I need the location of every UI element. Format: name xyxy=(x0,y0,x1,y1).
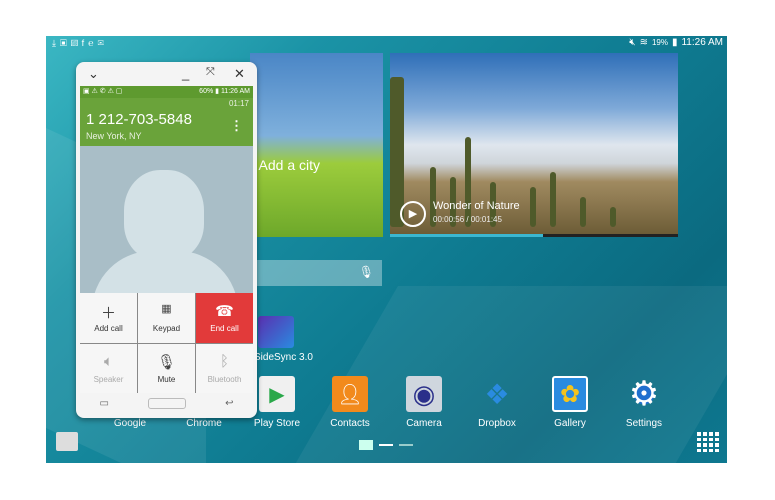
play-store-icon: ▶ xyxy=(259,376,295,412)
video-widget[interactable]: ▶ Wonder of Nature 00:00:56 / 00:01:45 xyxy=(390,53,678,237)
button-label: Keypad xyxy=(152,324,181,334)
speaker-button[interactable]: 🔈︎ Speaker xyxy=(80,343,137,393)
video-time: 00:00:56 / 00:01:45 xyxy=(433,215,502,224)
maximize-icon[interactable]: ⤧ xyxy=(206,66,215,79)
keypad-icon: ▦ xyxy=(161,303,172,316)
video-title: Wonder of Nature xyxy=(433,200,520,212)
page-indicator[interactable] xyxy=(359,440,413,450)
recent-apps-icon[interactable]: ▭ xyxy=(100,398,109,409)
app-camera[interactable]: ◉ Camera xyxy=(389,376,459,429)
bluetooth-icon: ᛒ xyxy=(219,352,229,370)
battery-percent: 60% xyxy=(199,88,214,95)
button-label: Mute xyxy=(157,374,176,384)
end-call-button[interactable]: ☎ End call xyxy=(196,293,253,343)
close-icon[interactable]: ✕ xyxy=(234,66,245,82)
play-icon[interactable]: ▶ xyxy=(400,201,426,227)
video-progress[interactable] xyxy=(390,234,678,237)
speaker-icon: 🔈︎ xyxy=(103,352,113,370)
home-button[interactable] xyxy=(148,397,187,409)
app-label: Google xyxy=(113,418,147,429)
button-label: Add call xyxy=(94,324,123,334)
app-label: Gallery xyxy=(554,418,586,429)
caller-avatar xyxy=(80,146,253,293)
phone-number: 1 212-703-5848 xyxy=(86,111,192,128)
chevron-down-icon[interactable]: ⌄ xyxy=(88,66,99,82)
add-city-label: Add a city xyxy=(258,157,320,173)
app-dropbox[interactable]: ❖ Dropbox xyxy=(462,376,532,430)
app-gallery[interactable]: ✿ Gallery xyxy=(535,376,605,429)
app-label: Contacts xyxy=(330,418,370,429)
microphone-icon[interactable]: 🎙︎ xyxy=(359,265,374,279)
minimize-icon[interactable]: _ xyxy=(182,66,189,81)
wifi-icon: ≋ xyxy=(639,37,648,48)
call-status-bar: ▣ ⚠ ✆ ⚠ ▢ 60% ▮ 11:26 AM xyxy=(80,86,253,98)
contacts-icon: 👤︎ xyxy=(332,376,368,412)
clock: 11:26 AM xyxy=(681,37,723,48)
app-settings[interactable]: ⚙ Settings xyxy=(609,375,679,429)
call-popup-window[interactable]: ⌄ _ ⤧ ✕ ▣ ⚠ ✆ ⚠ ▢ 60% ▮ 11:26 AM 01:17 1 … xyxy=(76,62,257,418)
mute-icon: 🔇︎ xyxy=(629,37,636,48)
settings-icon: ⚙ xyxy=(626,375,662,413)
plus-icon: ＋ xyxy=(100,305,116,323)
dropbox-icon: ❖ xyxy=(484,378,510,410)
notification-icons: ▣ ⚠ ✆ ⚠ ▢ xyxy=(83,88,123,95)
add-call-button[interactable]: ＋ Add call xyxy=(80,293,137,343)
app-label: Chrome xyxy=(186,418,222,429)
app-label: Dropbox xyxy=(478,418,516,429)
app-label: Camera xyxy=(406,418,442,429)
status-bar: ⤓▣▨f℮✉ 🔇︎ ≋ 19% ▮ 11:26 AM xyxy=(46,36,727,50)
back-icon[interactable]: ↩ xyxy=(225,398,233,409)
search-bar[interactable]: 🎙︎ xyxy=(250,260,382,286)
page-dot[interactable] xyxy=(399,444,413,446)
app-label: Settings xyxy=(625,418,663,429)
mute-icon: 🎙︎ xyxy=(156,353,177,371)
sidesync-app-icon[interactable] xyxy=(258,316,294,348)
apps-grid-icon[interactable] xyxy=(697,432,719,452)
call-controls: ＋ Add call ▦ Keypad ☎ End call 🔈︎ Speaker 🎙︎… xyxy=(80,293,253,393)
battery-icon: ▮ xyxy=(671,37,678,48)
call-header: 01:17 1 212-703-5848 New York, NY ⋮ xyxy=(80,98,253,146)
app-label: Play Store xyxy=(253,418,301,429)
app-contacts[interactable]: 👤︎ Contacts xyxy=(315,376,385,429)
clock: 11:26 AM xyxy=(220,88,250,95)
camera-icon: ◉ xyxy=(406,376,442,412)
button-label: Speaker xyxy=(93,374,124,384)
battery-percent: 19% xyxy=(651,38,668,47)
window-title-bar[interactable]: ⌄ _ ⤧ ✕ xyxy=(76,62,257,86)
button-label: Bluetooth xyxy=(207,374,242,384)
more-options-icon[interactable]: ⋮ xyxy=(230,118,243,134)
caller-location: New York, NY xyxy=(86,131,142,141)
wallpaper-facet xyxy=(294,286,727,463)
sidesync-label: SideSync 3.0 xyxy=(254,352,313,363)
bluetooth-button[interactable]: ᛒ Bluetooth xyxy=(196,343,253,393)
weather-widget[interactable]: Add a city xyxy=(250,53,383,237)
button-label: End call xyxy=(210,324,239,334)
keypad-button[interactable]: ▦ Keypad xyxy=(138,293,195,343)
notification-icons: ⤓▣▨f℮✉ xyxy=(52,38,108,48)
end-call-icon: ☎ xyxy=(215,303,234,321)
mute-button[interactable]: 🎙︎ Mute xyxy=(138,343,195,393)
folder-icon[interactable] xyxy=(56,432,78,451)
page-dot[interactable] xyxy=(379,444,393,446)
nav-bar: ▭ ↩ xyxy=(80,393,253,413)
home-page-dot[interactable] xyxy=(359,440,373,450)
call-duration: 01:17 xyxy=(228,99,249,108)
gallery-icon: ✿ xyxy=(552,376,588,412)
